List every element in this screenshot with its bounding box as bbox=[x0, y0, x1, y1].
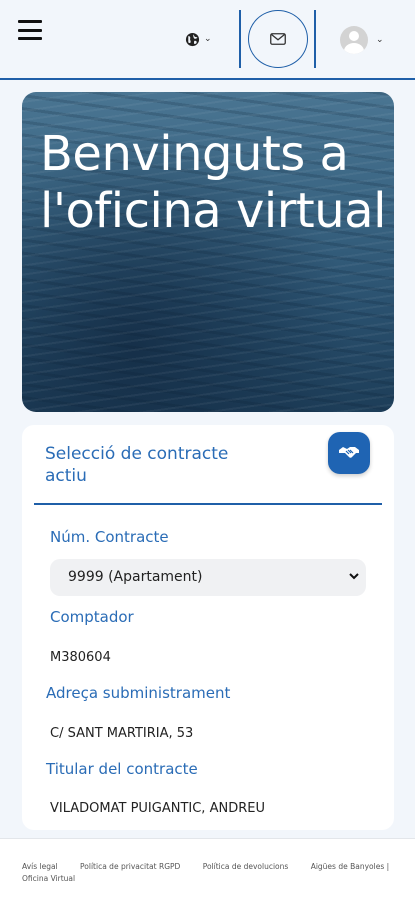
card-title: Selecció de contracte actiu bbox=[45, 444, 229, 486]
holder-label: Titular del contracte bbox=[46, 760, 198, 778]
contract-select[interactable]: 9999 (Apartament) bbox=[50, 559, 366, 596]
user-avatar-icon bbox=[340, 26, 368, 54]
address-value: C/ SANT MARTIRIA, 53 bbox=[50, 726, 194, 741]
top-header: ⌄ ⌄ bbox=[0, 0, 415, 80]
hero-banner: Benvinguts a l'oficina virtual bbox=[22, 92, 394, 412]
footer-link-privacy[interactable]: Política de privacitat RGPD bbox=[80, 862, 180, 871]
contract-select-value: 9999 (Apartament) bbox=[68, 569, 203, 585]
hero-title: Benvinguts a l'oficina virtual bbox=[40, 126, 386, 239]
handshake-icon bbox=[339, 447, 359, 458]
meter-label: Comptador bbox=[50, 608, 134, 626]
footer: Avís legal Política de privacitat RGPD P… bbox=[0, 838, 415, 900]
contract-card: Selecció de contracte actiu Núm. Contrac… bbox=[22, 425, 394, 830]
envelope-icon bbox=[270, 33, 286, 45]
footer-links: Avís legal Política de privacitat RGPD P… bbox=[22, 861, 394, 885]
chevron-down-icon: ⌄ bbox=[376, 34, 384, 45]
change-contract-button[interactable] bbox=[328, 432, 370, 474]
globe-icon bbox=[185, 32, 200, 46]
meter-value: M380604 bbox=[50, 650, 111, 665]
footer-link-returns[interactable]: Política de devolucions bbox=[203, 862, 289, 871]
holder-value: VILADOMAT PUIGANTIC, ANDREU bbox=[50, 801, 265, 816]
language-selector[interactable]: ⌄ bbox=[185, 30, 212, 48]
card-divider bbox=[34, 503, 382, 505]
chevron-down-icon bbox=[349, 573, 359, 580]
hamburger-menu-icon[interactable] bbox=[18, 20, 42, 40]
contract-number-label: Núm. Contracte bbox=[50, 528, 169, 546]
user-menu[interactable]: ⌄ bbox=[340, 26, 384, 54]
chevron-down-icon: ⌄ bbox=[204, 33, 212, 44]
footer-link-legal[interactable]: Avís legal bbox=[22, 862, 58, 871]
messages-button[interactable] bbox=[248, 10, 308, 68]
card-header: Selecció de contracte actiu bbox=[22, 425, 394, 505]
address-label: Adreça subministrament bbox=[46, 684, 231, 702]
mail-wrapper bbox=[239, 10, 316, 68]
